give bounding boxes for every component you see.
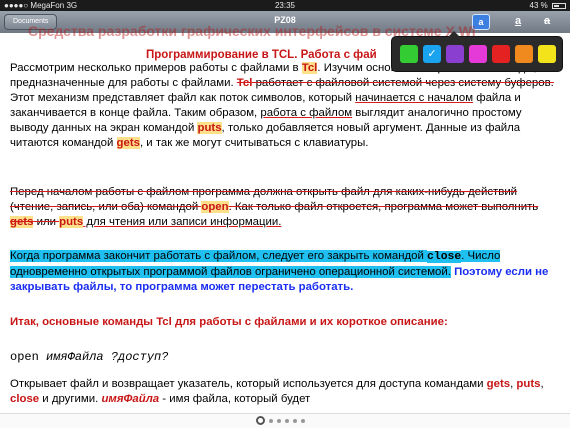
color-swatch[interactable]: ✓ — [423, 45, 441, 63]
color-swatch[interactable] — [446, 45, 464, 63]
color-swatch[interactable] — [400, 45, 418, 63]
paragraph-1: Рассмотрим несколько примеров работы с ф… — [10, 62, 554, 149]
keyword-puts: puts — [197, 122, 222, 134]
keyword-puts-2: puts — [59, 216, 84, 228]
checkmark-icon: ✓ — [427, 48, 437, 60]
page-indicator[interactable] — [256, 416, 305, 425]
color-swatch[interactable] — [469, 45, 487, 63]
bottom-bar — [0, 413, 570, 428]
paragraph-6: Открывает файл и возвращает указатель, к… — [10, 378, 544, 405]
clock: 23:35 — [274, 1, 296, 10]
keyword-open: open — [201, 201, 229, 213]
page-dot[interactable] — [269, 418, 273, 423]
keyword-tcl: Tcl — [301, 62, 318, 74]
paragraph-2: Перед началом работы с файлом программа … — [10, 186, 539, 228]
keyword-tcl-2: Tcl — [236, 77, 253, 89]
command-signature: open имяФайла ?доступ? — [10, 350, 169, 364]
color-swatch[interactable] — [538, 45, 556, 63]
color-swatch[interactable] — [515, 45, 533, 63]
battery-percent: 43 % — [529, 1, 548, 10]
paragraph-3: Когда программа закончит работать с файл… — [10, 250, 549, 293]
page-dot[interactable] — [277, 418, 281, 423]
keyword-gets: gets — [116, 137, 140, 149]
page-dot[interactable] — [293, 418, 297, 423]
paragraph-4: Итак, основные команды Tcl для работы с … — [10, 316, 448, 328]
page-dot[interactable] — [256, 416, 265, 425]
page-dot[interactable] — [301, 418, 305, 423]
page-dot[interactable] — [285, 418, 289, 423]
status-bar: ●●●●○ MegaFon 3G 23:35 43 % — [0, 0, 570, 11]
color-swatch[interactable] — [492, 45, 510, 63]
keyword-gets-2: gets — [10, 216, 34, 228]
color-palette-popover: ✓ — [391, 31, 563, 72]
battery-icon — [552, 2, 566, 9]
battery-status: 43 % — [530, 0, 566, 11]
keyword-close: close — [427, 251, 462, 263]
